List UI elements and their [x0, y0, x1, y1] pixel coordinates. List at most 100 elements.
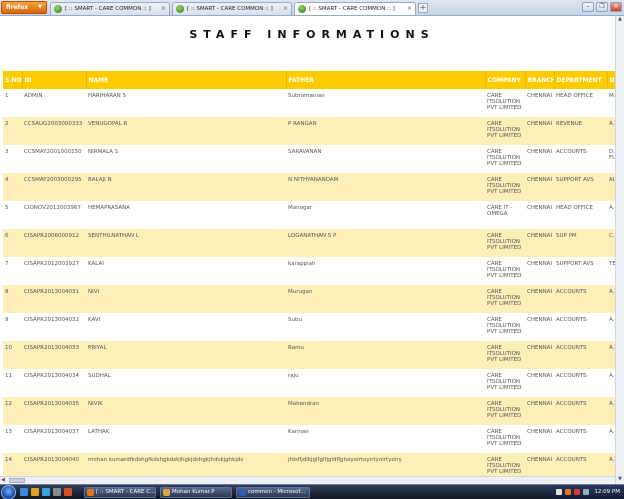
close-tab-icon[interactable]: × [283, 3, 288, 15]
table-cell: CHENNAI [525, 313, 554, 341]
tray-arrow-icon[interactable] [556, 489, 562, 495]
scroll-left-icon[interactable]: ◀ [1, 477, 5, 483]
favicon-icon [298, 5, 306, 13]
table-cell: CARE ITSOLUTION PVT LIMITED [485, 89, 525, 117]
browser-tab-3[interactable]: [ :: SMART - CARE COMMON :: ] × [294, 2, 416, 15]
table-cell: CHENNAI [525, 369, 554, 397]
table-cell: CHENNAI [525, 201, 554, 229]
table-row: 7 CISAPR2012003927 KALAI karappiah CARE ITSO… [3, 257, 624, 285]
column-header: NAME [86, 71, 287, 89]
new-tab-button[interactable]: + [418, 3, 428, 13]
table-cell: CARE ITSOLUTION PVT LIMITED [485, 285, 525, 313]
ie-icon[interactable] [42, 488, 50, 496]
close-tab-icon[interactable]: × [407, 3, 412, 15]
column-header: ID [22, 71, 87, 89]
taskbar-item-folder[interactable]: Mohan Kumar.P [160, 487, 232, 498]
table-cell: CISAPR2013004035 [22, 397, 86, 425]
table-cell: NIRMALA S [86, 145, 286, 173]
scroll-down-icon[interactable]: ▼ [616, 476, 624, 484]
taskbar-item-firefox[interactable]: [ :: SMART - CARE C... [84, 487, 156, 498]
table-cell: 3 [3, 145, 22, 173]
table-row: 2 CCSAUG2003000333 VENUGOPAL RP RANGAN CARE… [3, 117, 624, 145]
table-cell: P RANGAN [286, 117, 485, 145]
table-cell: CARE ITSOLUTION PVT LIMITED [485, 369, 525, 397]
page-viewport: STAFF INFORMATIONS S.NO ID NAME FATHER COMPA… [0, 16, 624, 483]
system-tray: 12:09 PM [552, 485, 624, 499]
quicklaunch-icon[interactable] [53, 488, 61, 496]
table-cell: CHENNAI [525, 89, 554, 117]
table-cell: 8 [3, 285, 22, 313]
table-row: 5 CIONOV2012003967 HEMAPRASANA Manogar CARE … [3, 201, 624, 229]
table-cell: 5 [3, 201, 22, 229]
network-icon[interactable] [583, 489, 589, 495]
table-row: 3 CCSMAY2001000150 NIRMALA S SARAVANAN CARE … [3, 145, 624, 173]
table-cell: CHENNAI [525, 425, 554, 453]
tab-label: [ :: SMART - CARE COMMON :: ] [309, 6, 395, 12]
table-cell: ACCOUNTS [554, 341, 607, 369]
table-cell: 11 [3, 369, 22, 397]
table-cell: ACCOUNTS [554, 425, 607, 453]
table-cell: CISAPR2006000912 [22, 229, 86, 257]
table-cell: LATHAK [86, 425, 286, 453]
browser-tab-1[interactable]: [ :: SMART - CARE COMMON :: ] × [50, 2, 170, 15]
taskbar-item-word[interactable]: common - Microsof... [236, 487, 310, 498]
table-cell: 9 [3, 313, 22, 341]
table-cell: CHENNAI [525, 173, 554, 201]
table-row: 9 CISAPR2013004032 KAVI Subu CARE ITSOLUTION… [3, 313, 624, 341]
word-icon [239, 489, 246, 496]
table-row: 1 ADMIN HARIHARAN S Subramanian CARE ITSOLUT… [3, 89, 624, 117]
table-header-row: S.NO ID NAME FATHER COMPANY BRANCH DEPARTMENT D [3, 71, 624, 89]
table-row: 10 CISAPR2013004033 PRIYAL Ramu CARE ITSOLUT… [3, 341, 624, 369]
table-cell: CHENNAI [525, 117, 554, 145]
table-cell: Mahendran [286, 397, 485, 425]
favicon-icon [176, 5, 184, 13]
table-cell: SUDHAL [86, 369, 286, 397]
vertical-scrollbar[interactable]: ▲ ▼ [615, 16, 624, 484]
quicklaunch-icon[interactable] [64, 488, 72, 496]
show-desktop-icon[interactable] [20, 488, 28, 496]
task-label: common - Microsof... [248, 489, 306, 495]
table-cell: Kannan [286, 425, 485, 453]
task-label: [ :: SMART - CARE C... [96, 489, 156, 495]
table-cell: CHENNAI [525, 285, 554, 313]
horizontal-scroll-thumb[interactable] [9, 478, 25, 483]
table-cell: CCSAUG2003000333 [22, 117, 86, 145]
minimize-window-icon[interactable]: – [582, 2, 594, 12]
firefox-menu-button[interactable]: firefox ▼ [1, 1, 47, 14]
table-cell: ACCOUNTS [554, 145, 607, 173]
close-tab-icon[interactable]: × [161, 3, 166, 15]
table-body: 1 ADMIN HARIHARAN S Subramanian CARE ITSOLUT… [3, 89, 624, 481]
staff-table: S.NO ID NAME FATHER COMPANY BRANCH DEPARTMENT D… [3, 71, 624, 481]
column-header: S.NO [3, 71, 23, 89]
close-window-icon[interactable]: ✕ [610, 2, 622, 12]
table-cell: Manogar [286, 201, 485, 229]
tray-alert-icon[interactable] [574, 489, 580, 495]
browser-tab-2[interactable]: [ :: SMART - CARE COMMON :: ] × [172, 2, 292, 15]
table-cell: raju [286, 369, 485, 397]
table-cell: ACCOUNTS [554, 285, 607, 313]
table-cell: 12 [3, 397, 22, 425]
horizontal-scrollbar[interactable]: ◀ [0, 476, 615, 484]
table-cell: CISAPR2013004037 [22, 425, 86, 453]
table-cell: CISAPR2013004031 [22, 285, 86, 313]
table-cell: SUPPORT AVS [554, 173, 607, 201]
table-cell: CARE ITSOLUTION PVT LIMITED [485, 229, 525, 257]
table-cell: Murugan [286, 285, 485, 313]
start-button-icon[interactable] [1, 485, 16, 499]
table-cell: CISAPR2013004034 [22, 369, 86, 397]
table-cell: SUPPORT AVS [554, 257, 607, 285]
folder-icon [163, 489, 170, 496]
scroll-up-icon[interactable]: ▲ [616, 16, 624, 24]
table-cell: CARE ITSOLUTION PVT LIMITED [485, 145, 525, 173]
restore-window-icon[interactable]: ❐ [596, 2, 608, 12]
table-cell: CHENNAI [525, 229, 554, 257]
explorer-icon[interactable] [31, 488, 39, 496]
tray-app-icon[interactable] [565, 489, 571, 495]
column-header: COMPANY [485, 71, 526, 89]
table-cell: CARE IT -OMEGA [485, 201, 525, 229]
table-cell: 1 [3, 89, 22, 117]
table-cell: PRIYAL [86, 341, 286, 369]
table-cell: KAVI [86, 313, 286, 341]
table-cell: CARE ITSOLUTION PVT LIMITED [485, 257, 525, 285]
table-row: 12 CISAPR2013004035 NIVIK Mahendran CARE ITS… [3, 397, 624, 425]
